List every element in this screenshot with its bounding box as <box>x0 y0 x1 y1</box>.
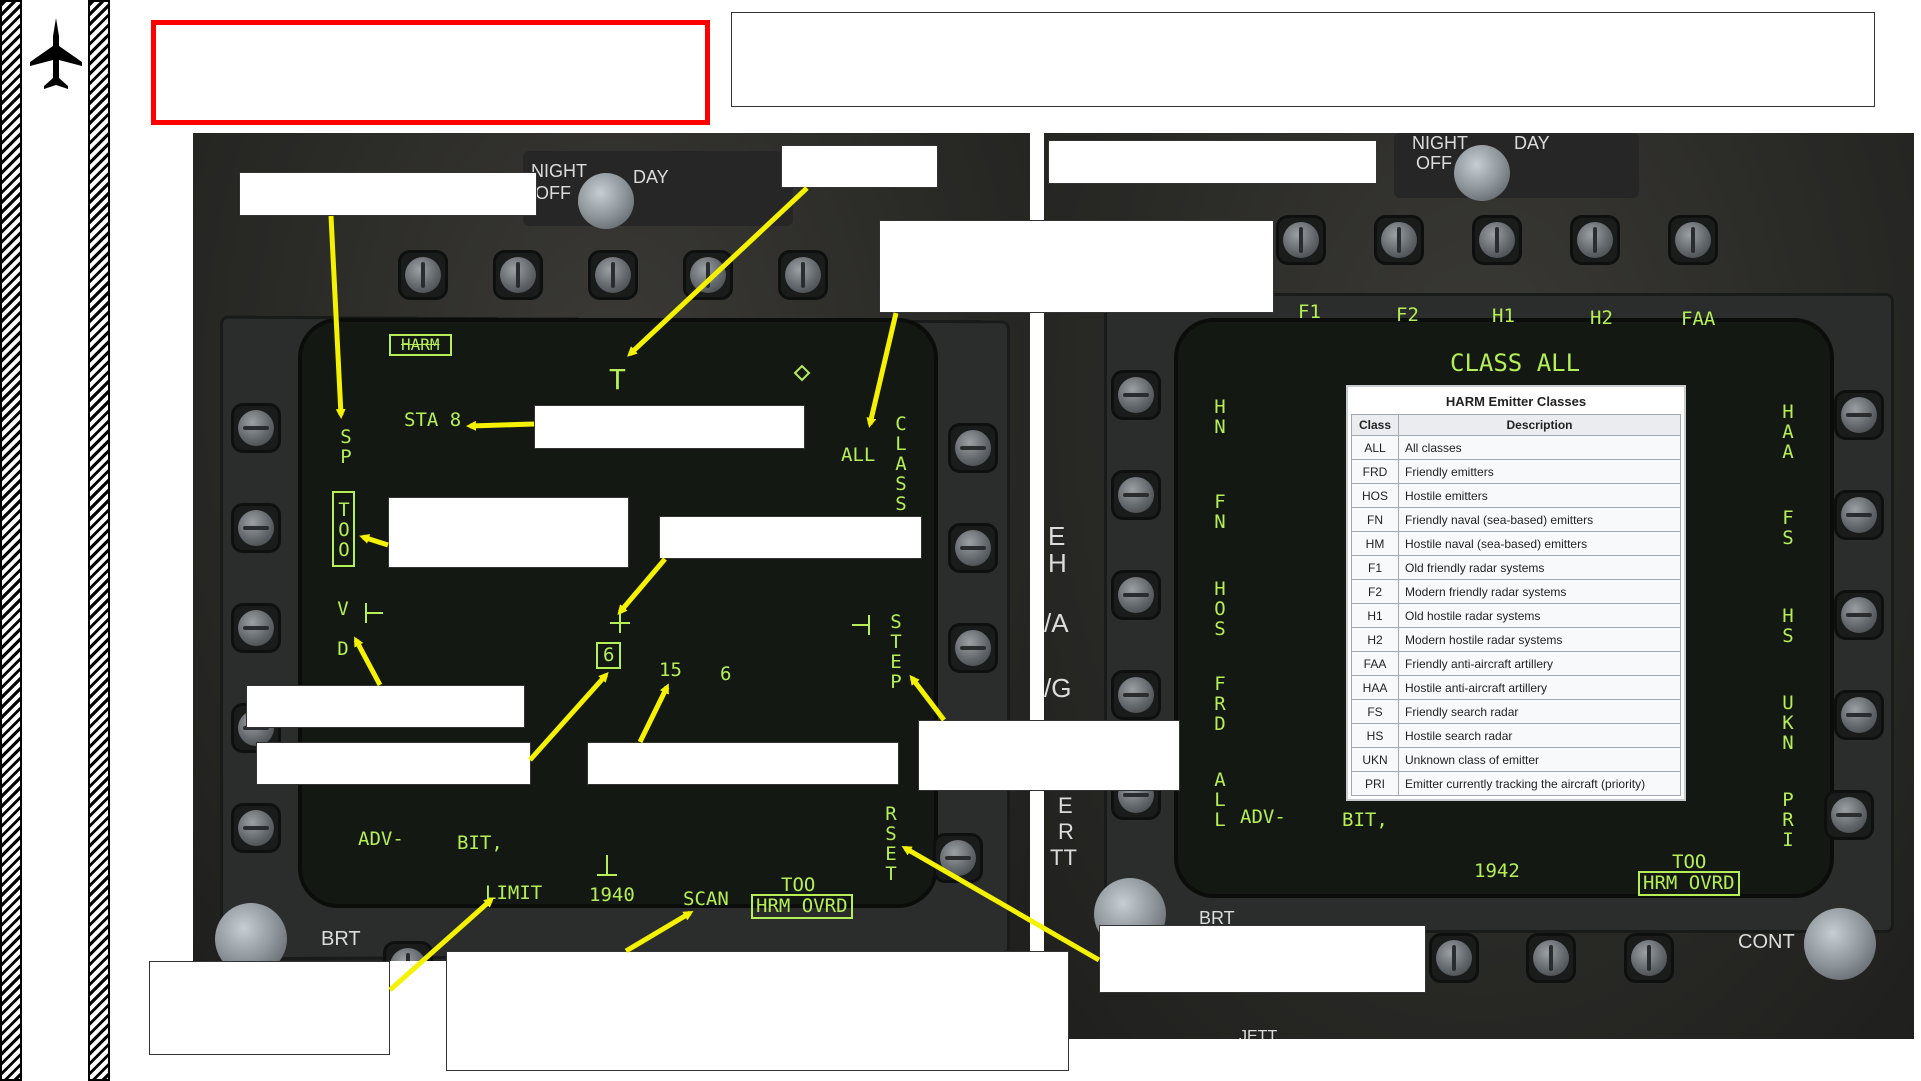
arrow-15 <box>637 683 670 744</box>
arrow-cursor <box>617 557 667 616</box>
arrow-scan <box>624 910 694 954</box>
arrow-limit <box>388 897 494 992</box>
arrow-sta <box>466 420 535 431</box>
arrow-too <box>359 534 389 548</box>
callout-arrows <box>328 186 1101 992</box>
arrow-sp <box>328 215 346 419</box>
arrow-top-tick <box>627 186 809 357</box>
arrow-ovrd <box>353 636 383 687</box>
arrow-rset <box>901 845 1101 963</box>
arrow-cursor-number <box>528 672 609 762</box>
arrow-class <box>866 312 899 428</box>
arrow-step <box>909 674 946 722</box>
